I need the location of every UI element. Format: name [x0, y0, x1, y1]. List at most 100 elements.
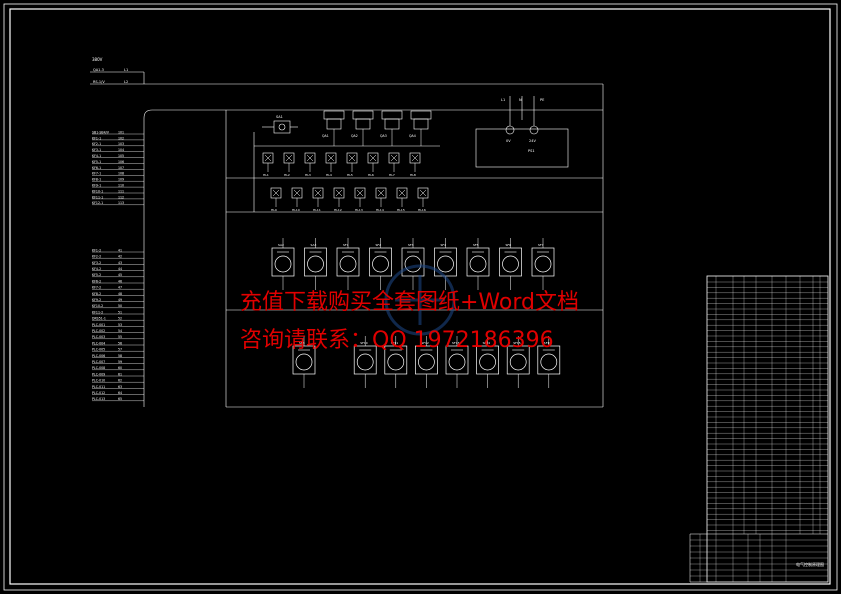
terminal-number: 111 — [118, 189, 124, 193]
terminal-number: 101 — [118, 130, 124, 134]
lamp-label: HL12 — [334, 208, 342, 212]
terminal-number: 104 — [118, 148, 124, 152]
lamp-label: HL14 — [376, 208, 384, 212]
terminal-number: 58 — [118, 354, 122, 358]
breaker-label: QA3 — [380, 134, 387, 138]
terminal-number: 62 — [118, 379, 122, 383]
terminal-label: PLC-009 — [92, 372, 105, 376]
terminal-number: 44 — [118, 267, 122, 271]
bus-label-1: QA1-3 — [93, 68, 104, 72]
terminal-number: 64 — [118, 391, 122, 395]
title-block-table — [689, 275, 829, 583]
terminal-label: PLC-003 — [92, 335, 105, 339]
terminal-number: 112 — [118, 195, 124, 199]
pushbutton-circle — [295, 353, 313, 371]
indicator-lamps-row2: HL9 HL10 HL11 HL12 HL13 HL14 HL15 HL16 — [270, 187, 429, 212]
terminal-number: 59 — [118, 360, 122, 364]
terminal-label: KF10-2 — [92, 304, 103, 308]
terminal-number: 103 — [118, 142, 124, 146]
terminal-label: KF1-1 — [92, 136, 101, 140]
power-out-0v: 0V — [506, 139, 511, 143]
terminal-number: 61 — [118, 372, 122, 376]
pushbutton-label: SA2 — [278, 243, 284, 247]
terminal-label: PLC-001 — [92, 323, 105, 327]
terminal-label: KF6-1 — [92, 166, 101, 170]
pushbutton-circle — [502, 255, 519, 273]
terminal-number: 47 — [118, 286, 122, 290]
terminal-label: KF2-2 — [92, 255, 101, 259]
lamp-cross — [369, 154, 377, 162]
terminal-number: 113 — [118, 201, 124, 205]
pushbutton-label: SF7 — [538, 243, 544, 247]
pushbutton-circle — [540, 353, 558, 371]
lamp-label: HL10 — [292, 208, 300, 212]
terminal-label: KF11-2 — [92, 310, 103, 314]
terminal-number: 108 — [118, 172, 124, 176]
terminal-number: 57 — [118, 348, 122, 352]
terminal-number: 52 — [118, 317, 122, 321]
terminal-number: 106 — [118, 160, 124, 164]
pushbutton-label: SF6 — [506, 243, 512, 247]
left-terminals-block2: KF1-2 41 KF2-2 42 KF3-2 43 KF4-2 44 KF5-2 45 KF6-2… — [92, 248, 144, 401]
terminal-label: KF8-2 — [92, 292, 101, 296]
lamp-cross — [335, 189, 343, 197]
terminal-label: KF5-1 — [92, 160, 101, 164]
terminal-number: 51 — [118, 310, 122, 314]
bus — [90, 71, 604, 407]
lamp-cross — [398, 189, 406, 197]
pushbutton-label: SF4 — [441, 243, 447, 247]
breaker-body — [323, 110, 345, 120]
power-in-n: N — [519, 98, 522, 102]
breakers: QA1 QA2 QA3 QA4 — [322, 110, 432, 146]
lamp-cross — [348, 154, 356, 162]
terminal-label: PLC-007 — [92, 360, 105, 364]
breaker-label: QA1 — [322, 134, 329, 138]
pushbutton-circle — [372, 255, 389, 273]
lamp-cross — [306, 154, 314, 162]
switch-label: SA1 — [276, 115, 283, 119]
pushbutton-circle — [509, 353, 527, 371]
terminal-number: 107 — [118, 166, 124, 170]
lamp-label: HL8 — [410, 173, 416, 177]
terminal-label: KF4-1 — [92, 154, 101, 158]
drawing-title: 电气控制原理图 — [796, 561, 824, 567]
lamp-cross — [327, 154, 335, 162]
terminal-label: KF10-1 — [92, 189, 103, 193]
power-module-label: PS1 — [528, 149, 535, 153]
terminal-label: KF2-1 — [92, 142, 101, 146]
terminal-number: 110 — [118, 184, 124, 188]
pushbutton-circle — [339, 255, 357, 273]
pushbutton-circle — [387, 353, 405, 371]
terminal-label: PLC-005 — [92, 348, 105, 352]
pushbutton-label: SA3 — [311, 243, 317, 247]
lamp-label: HL5 — [347, 173, 353, 177]
power-module — [475, 96, 569, 168]
power-in-l1: L1 — [501, 98, 505, 102]
terminal-label: KF3-1 — [92, 148, 101, 152]
pushbutton-circle — [356, 353, 374, 371]
indicator-lamps-row1: HL1 HL2 HL3 HL4 HL5 HL6 HL7 HL8 — [262, 152, 421, 177]
terminal-number: 41 — [118, 248, 122, 252]
panel-structure — [225, 110, 603, 408]
terminal-number: 53 — [118, 323, 122, 327]
terminal-label: PLC-002 — [92, 329, 105, 333]
lamp-cross — [314, 189, 322, 197]
lamp-cross — [356, 189, 364, 197]
terminal-number: 50 — [118, 304, 122, 308]
terminal-number: 42 — [118, 255, 122, 259]
terminal-label: DRS51-1 — [92, 317, 106, 321]
lamp-cross — [264, 154, 272, 162]
terminal-number: 56 — [118, 341, 122, 345]
lamp-cross — [377, 189, 385, 197]
pushbutton-circle — [479, 353, 496, 371]
pushbutton-circle — [469, 255, 487, 273]
terminal-number: 55 — [118, 335, 122, 339]
breaker-base — [413, 118, 429, 130]
breaker-base — [326, 118, 342, 130]
terminal-number: 63 — [118, 385, 122, 389]
terminal-label: SB1-SB4/V — [92, 130, 110, 134]
lamp-cross — [419, 189, 427, 197]
terminal-label: PLC-004 — [92, 341, 105, 345]
selector-switch — [262, 120, 298, 134]
lamp-label: HL13 — [355, 208, 363, 212]
